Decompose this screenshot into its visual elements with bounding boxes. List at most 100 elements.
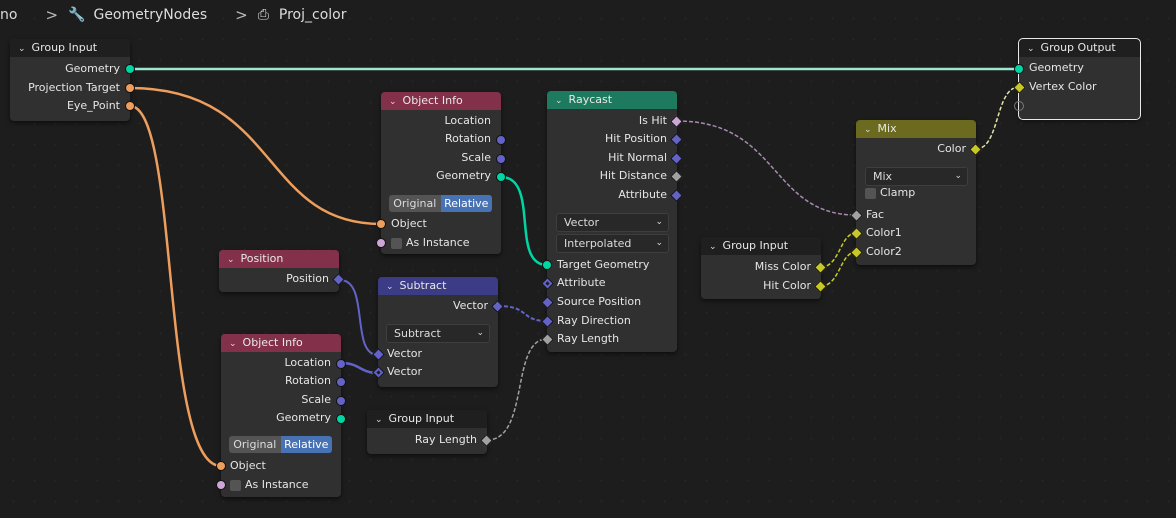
breadcrumb-object[interactable]: no — [0, 7, 17, 23]
socket-label: Hit Position — [605, 132, 667, 145]
data-type-dropdown[interactable]: Vector ⌄ — [556, 213, 669, 232]
chevron-down-icon[interactable]: ⌄ — [709, 238, 717, 256]
checkbox[interactable] — [391, 237, 402, 249]
socket-label: Rotation — [284, 374, 331, 387]
vector-socket[interactable] — [541, 296, 554, 309]
chevron-down-icon[interactable]: ⌄ — [389, 93, 397, 111]
socket-label: Geometry — [436, 169, 491, 182]
node-header[interactable]: ⌄ Raycast — [547, 91, 677, 109]
node-header[interactable]: ⌄ Object Info — [381, 92, 501, 110]
vector-socket[interactable] — [336, 396, 346, 406]
float-socket[interactable] — [850, 209, 863, 222]
object-socket[interactable] — [125, 101, 135, 111]
node-group-input-colors[interactable]: ⌄ Group Input Miss Color Hit Color — [701, 237, 827, 299]
vector-socket[interactable] — [336, 377, 346, 387]
chevron-down-icon[interactable]: ⌄ — [555, 92, 563, 110]
node-group-input-ray[interactable]: ⌄ Group Input Ray Length — [367, 410, 493, 454]
object-socket[interactable] — [125, 83, 135, 93]
node-group-output[interactable]: ⌄ Group Output Geometry Vertex Color — [1013, 38, 1141, 120]
geometry-socket[interactable] — [542, 260, 552, 270]
breadcrumb-modifier[interactable]: GeometryNodes — [93, 7, 207, 23]
node-mix[interactable]: ⌄ Mix Color Mix ⌄ Clamp Fac Color1 Color2 — [850, 120, 982, 265]
original-option[interactable]: Original — [229, 436, 281, 453]
chevron-down-icon[interactable]: ⌄ — [1027, 40, 1035, 58]
node-header[interactable]: ⌄ Object Info — [221, 334, 341, 352]
chevron-down-icon: ⌄ — [655, 217, 663, 227]
node-title: Group Output — [1040, 41, 1116, 54]
color-socket[interactable] — [814, 280, 827, 293]
node-header[interactable]: ⌄ Mix — [856, 120, 976, 138]
chevron-down-icon[interactable]: ⌄ — [386, 278, 394, 296]
boolean-socket[interactable] — [670, 115, 683, 128]
as-instance-checkbox[interactable]: As Instance — [391, 234, 470, 252]
object-socket[interactable] — [376, 219, 386, 229]
mapping-dropdown[interactable]: Interpolated ⌄ — [556, 234, 669, 253]
socket-label: Position — [286, 272, 329, 285]
geometry-socket[interactable] — [1014, 64, 1024, 74]
socket-label: Color — [937, 142, 966, 155]
vector-socket[interactable] — [491, 300, 504, 313]
float-socket[interactable] — [670, 170, 683, 183]
node-raycast[interactable]: ⌄ Raycast Is Hit Hit Position Hit Normal … — [541, 91, 683, 352]
socket-label: Miss Color — [754, 260, 811, 273]
float-socket[interactable] — [480, 434, 493, 447]
checkbox[interactable] — [865, 187, 876, 199]
node-header[interactable]: ⌄ Group Input — [367, 410, 487, 428]
vector-field-socket[interactable] — [541, 277, 554, 290]
vector-socket[interactable] — [670, 189, 683, 202]
vector-socket[interactable] — [496, 135, 506, 145]
breadcrumb-node-group[interactable]: Proj_color — [279, 7, 347, 23]
clamp-checkbox[interactable]: Clamp — [865, 184, 915, 202]
object-socket[interactable] — [216, 461, 226, 471]
node-object-info-2[interactable]: ⌄ Object Info Location Rotation Scale Geo… — [216, 334, 346, 497]
color-socket[interactable] — [1013, 81, 1026, 94]
node-position[interactable]: ⌄ Position Position — [219, 250, 345, 292]
relative-option[interactable]: Relative — [440, 195, 492, 212]
vector-socket[interactable] — [541, 315, 554, 328]
transform-space-toggle[interactable]: Original Relative — [229, 436, 332, 453]
chevron-down-icon[interactable]: ⌄ — [18, 40, 26, 58]
chevron-down-icon[interactable]: ⌄ — [229, 335, 237, 353]
color-socket[interactable] — [814, 261, 827, 274]
node-header[interactable]: ⌄ Subtract — [378, 277, 498, 295]
chevron-down-icon[interactable]: ⌄ — [227, 251, 235, 269]
node-header[interactable]: ⌄ Group Input — [10, 39, 130, 57]
chevron-down-icon[interactable]: ⌄ — [864, 121, 872, 139]
original-option[interactable]: Original — [389, 195, 441, 212]
as-instance-checkbox[interactable]: As Instance — [230, 476, 309, 494]
node-subtract[interactable]: ⌄ Subtract Vector Subtract ⌄ Vector Vector — [372, 277, 504, 387]
boolean-socket[interactable] — [376, 238, 386, 248]
node-header[interactable]: ⌄ Group Output — [1019, 39, 1140, 57]
node-object-info[interactable]: ⌄ Object Info Location Rotation Scale Geo… — [376, 92, 506, 254]
float-socket[interactable] — [541, 333, 554, 346]
vector-socket[interactable] — [332, 273, 345, 286]
geometry-socket[interactable] — [496, 172, 506, 182]
vector-socket[interactable] — [372, 348, 385, 361]
node-title: Group Input — [388, 412, 455, 425]
geometry-socket[interactable] — [125, 64, 135, 74]
operation-dropdown[interactable]: Subtract ⌄ — [386, 324, 490, 343]
chevron-down-icon[interactable]: ⌄ — [375, 411, 383, 429]
socket-label: Attribute — [557, 276, 606, 289]
relative-option[interactable]: Relative — [280, 436, 332, 453]
color-socket[interactable] — [850, 246, 863, 259]
geometry-socket[interactable] — [336, 414, 346, 424]
color-socket[interactable] — [969, 143, 982, 156]
node-header[interactable]: ⌄ Group Input — [701, 237, 821, 255]
boolean-socket[interactable] — [216, 480, 226, 490]
color-socket[interactable] — [850, 227, 863, 240]
empty-socket[interactable] — [1014, 101, 1024, 111]
socket-label: Ray Direction — [557, 314, 631, 327]
checkbox[interactable] — [230, 479, 241, 491]
vector-socket[interactable] — [496, 154, 506, 164]
socket-label: Fac — [866, 208, 885, 221]
node-group-input[interactable]: ⌄ Group Input Geometry Projection Target … — [10, 39, 135, 121]
socket-label: Ray Length — [557, 332, 620, 345]
chevron-down-icon: ⌄ — [655, 238, 663, 248]
node-header[interactable]: ⌄ Position — [219, 250, 339, 268]
vector-field-socket[interactable] — [372, 366, 385, 379]
vector-socket[interactable] — [670, 152, 683, 165]
vector-socket[interactable] — [670, 133, 683, 146]
transform-space-toggle[interactable]: Original Relative — [389, 195, 492, 212]
vector-socket[interactable] — [336, 359, 346, 369]
